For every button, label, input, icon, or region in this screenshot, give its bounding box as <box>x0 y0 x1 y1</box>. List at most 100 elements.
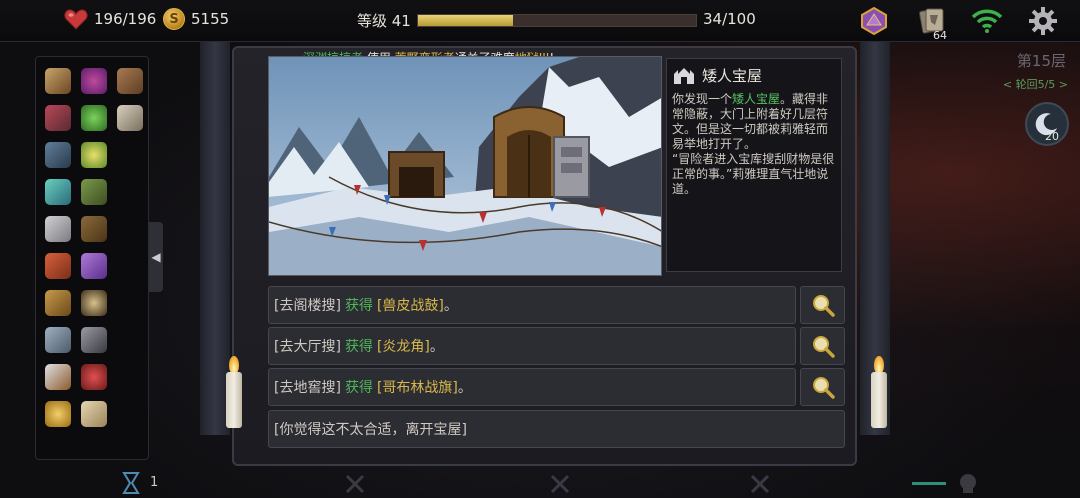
gold-coin-icon <box>45 401 71 427</box>
inventory-slot[interactable] <box>40 174 76 210</box>
wifi-icon <box>971 9 1003 33</box>
inventory-empty-slot <box>112 396 148 432</box>
xp-text: 34/100 <box>703 10 756 28</box>
leave-button[interactable]: [你觉得这不太合适，离开宝屋] <box>268 410 845 448</box>
network-button[interactable] <box>970 4 1004 38</box>
tongs-icon <box>81 327 107 353</box>
inventory-slot[interactable] <box>40 359 76 395</box>
top-status-bar: 196/196 S 5155 等级 41 34/100 64 <box>0 0 1080 42</box>
inventory-slot[interactable] <box>40 100 76 136</box>
floor-label: 第15层 <box>1016 52 1066 70</box>
choice-get: 获得 <box>344 380 373 396</box>
moon-count: 20 <box>1045 130 1059 143</box>
hp-stat: 196/196 <box>64 8 156 30</box>
vault-icon <box>674 67 694 84</box>
dagger-icon <box>45 364 71 390</box>
heart-icon <box>64 9 88 30</box>
choice-cellar[interactable]: [去地窖搜] 获得 [哥布林战旗] 。 <box>268 368 796 406</box>
choice-hall[interactable]: [去大厅搜] 获得 [炎龙角] 。 <box>268 327 796 365</box>
chest-plus-icon <box>45 290 71 316</box>
inventory-slot[interactable] <box>76 248 112 284</box>
dice-button[interactable] <box>857 4 891 38</box>
magnifier-icon <box>812 377 835 399</box>
progress-indicator <box>912 482 946 485</box>
spiked-ball-icon <box>81 290 107 316</box>
choice-item: [兽皮战鼓] <box>376 298 444 314</box>
inventory-empty-slot <box>112 285 148 321</box>
inventory-slot[interactable] <box>40 63 76 99</box>
choice-end: 。 <box>429 339 444 355</box>
choice-action: [去大厅搜] <box>274 339 341 355</box>
inventory-slot[interactable] <box>112 100 148 136</box>
inventory-empty-slot <box>112 322 148 358</box>
bell-plus-icon <box>81 142 107 168</box>
settings-button[interactable] <box>1026 4 1060 38</box>
bottom-bar <box>0 470 1080 498</box>
choice-attic[interactable]: [去阁楼搜] 获得 [兽皮战鼓] 。 <box>268 286 796 324</box>
inventory-slot[interactable] <box>76 63 112 99</box>
inventory-slot[interactable] <box>76 359 112 395</box>
event-title: 矮人宝屋 <box>702 67 763 85</box>
box-plus-icon <box>45 142 71 168</box>
event-body-3: “冒险者进入宝库搜刮财物是很正常的事。”莉雅理直气壮地说道。 <box>672 152 835 196</box>
inspect-cellar-button[interactable] <box>800 368 845 406</box>
inventory-slot[interactable] <box>76 396 112 432</box>
tome-plus-icon <box>81 216 107 242</box>
inventory-slot[interactable] <box>40 137 76 173</box>
event-body-1: 你发现一个 <box>672 92 733 106</box>
choice-get: 获得 <box>344 339 373 355</box>
choice-action: [去阁楼搜] <box>274 298 341 314</box>
inventory-empty-slot <box>112 211 148 247</box>
choice-end: 。 <box>443 298 458 314</box>
bottom-counter: 1 <box>150 475 159 490</box>
inventory-empty-slot <box>112 174 148 210</box>
inventory-slot[interactable] <box>40 211 76 247</box>
inventory-slot[interactable] <box>76 174 112 210</box>
event-description-panel: 矮人宝屋 你发现一个矮人宝屋。藏得非常隐蔽，大门上附着好几层符文。但是这一切都被… <box>666 58 842 272</box>
chest-icon <box>45 327 71 353</box>
potion-plus-icon <box>45 179 71 205</box>
d20-dice-icon <box>861 7 887 35</box>
inventory-slot[interactable] <box>76 211 112 247</box>
event-description: 你发现一个矮人宝屋。藏得非常隐蔽，大门上附着好几层符文。但是这一切都被莉雅轻而易… <box>672 92 836 197</box>
spellbook-plus-icon <box>45 105 71 131</box>
cards-button[interactable]: 64 <box>915 4 949 42</box>
inventory-slot[interactable] <box>76 322 112 358</box>
magnifier-icon <box>812 336 835 358</box>
level-label: 等级 41 <box>357 12 411 30</box>
inventory-empty-slot <box>112 248 148 284</box>
inventory-slot[interactable] <box>112 63 148 99</box>
gear-icon <box>1029 7 1057 35</box>
berries-icon <box>81 68 107 94</box>
event-illustration <box>268 56 662 276</box>
xp-bar-fill <box>418 15 513 26</box>
inventory-slot[interactable] <box>40 248 76 284</box>
inventory-slot[interactable] <box>40 285 76 321</box>
choice-item: [哥布林战旗] <box>376 380 458 396</box>
inventory-collapse-button[interactable]: ◀ <box>149 222 163 292</box>
branch-plus-icon <box>81 179 107 205</box>
inventory-panel <box>35 56 149 460</box>
crossed-swords-icon <box>750 474 770 494</box>
inventory-slot[interactable] <box>40 322 76 358</box>
left-candle <box>226 372 242 428</box>
hourglass-icon <box>122 472 140 494</box>
crossed-swords-icon <box>550 474 570 494</box>
purple-candle-icon <box>81 253 107 279</box>
inventory-slot[interactable] <box>76 137 112 173</box>
magnifier-icon <box>812 295 835 317</box>
skull-icon <box>960 474 976 493</box>
choice-action: [去地窖搜] <box>274 380 341 396</box>
event-title-row: 矮人宝屋 <box>672 65 836 86</box>
gold-stat: S 5155 <box>163 8 229 30</box>
choice-item: [炎龙角] <box>376 339 430 355</box>
green-bowl-icon <box>81 105 107 131</box>
inventory-slot[interactable] <box>76 285 112 321</box>
crossed-swords-icon <box>345 474 365 494</box>
inventory-slot[interactable] <box>76 100 112 136</box>
inspect-attic-button[interactable] <box>800 286 845 324</box>
inventory-slot[interactable] <box>40 396 76 432</box>
inspect-hall-button[interactable] <box>800 327 845 365</box>
right-candle <box>871 372 887 428</box>
chevron-left-icon: ◀ <box>151 250 161 264</box>
